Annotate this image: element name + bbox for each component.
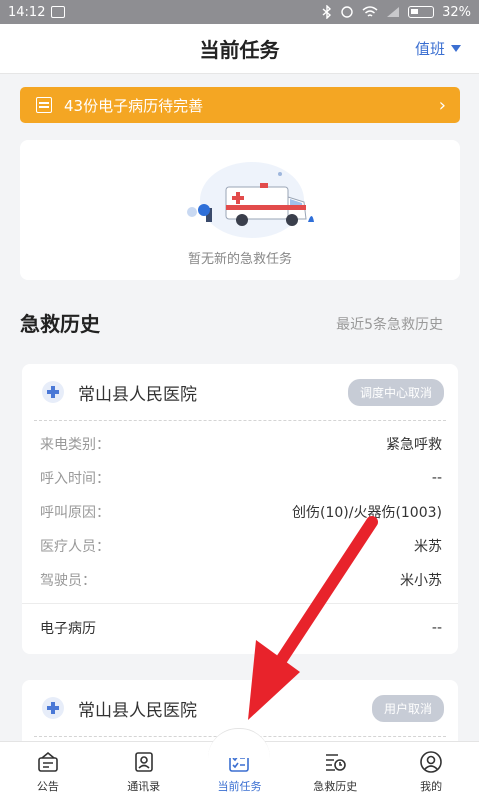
empty-state-text: 暂无新的急救任务 (187, 252, 292, 267)
page-title: 当前任务 (199, 38, 280, 62)
field-call-type: 来电类别： 紧急呼救 (40, 427, 442, 461)
status-bar: 14:12 32% (0, 0, 479, 24)
battery-percent: 32% (442, 4, 471, 20)
field-label: 呼叫原因： (40, 505, 110, 521)
status-badge: 用户取消 (371, 694, 444, 722)
history-icon (326, 754, 347, 771)
tab-label: 急救历史 (313, 780, 358, 793)
battery-icon (408, 6, 435, 18)
hospital-cross-icon (42, 381, 64, 403)
field-call-time: 呼入时间： -- (40, 461, 442, 495)
field-label: 医疗人员： (40, 539, 110, 555)
announcement-icon (38, 751, 58, 772)
chevron-right-icon: › (438, 94, 446, 116)
hospital-name: 常山县人民医院 (78, 384, 197, 405)
field-label: 呼入时间： (40, 471, 110, 487)
ambulance-illustration (187, 162, 314, 238)
tab-history[interactable]: 急救历史 (287, 742, 383, 799)
wifi-icon (362, 6, 378, 17)
field-value: 米苏 (414, 539, 442, 555)
emr-pending-text: 43份电子病历待完善 (64, 96, 204, 115)
field-value: 创伤(10)/火器伤(1003) (291, 505, 442, 521)
edit-document-icon (36, 97, 52, 113)
app-header: 当前任务 值班 (0, 24, 479, 74)
status-time: 14:12 (8, 4, 46, 20)
tab-label: 通讯录 (127, 780, 161, 793)
hospital-cross-icon (42, 697, 64, 719)
tab-announcements[interactable]: 公告 (0, 742, 96, 799)
hospital-name: 常山县人民医院 (78, 700, 197, 721)
history-record-card[interactable]: 常山县人民医院 调度中心取消 来电类别： 紧急呼救 呼入时间： -- 呼叫原因：… (22, 364, 458, 654)
tab-contacts[interactable]: 通讯录 (96, 742, 192, 799)
duty-label: 值班 (414, 40, 445, 58)
tab-profile[interactable]: 我的 (383, 742, 479, 799)
field-medical-staff: 医疗人员： 米苏 (40, 529, 442, 563)
empty-task-card: 暂无新的急救任务 (20, 140, 460, 280)
field-driver: 驾驶员： 米小苏 (40, 563, 442, 597)
caret-down-icon (451, 45, 461, 52)
bottom-tab-bar: 公告 通讯录 当前任务 急救历史 我的 (0, 728, 479, 799)
rotate-icon (341, 6, 353, 18)
signal-icon (387, 7, 400, 17)
tab-label: 我的 (420, 780, 443, 793)
contacts-icon (134, 752, 153, 772)
record-header: 常山县人民医院 调度中心取消 (22, 364, 458, 420)
profile-icon (420, 751, 442, 773)
duty-dropdown[interactable]: 值班 (415, 38, 461, 59)
field-call-reason: 呼叫原因： 创伤(10)/火器伤(1003) (40, 495, 442, 529)
emr-value: -- (431, 619, 442, 636)
emr-label: 电子病历 (40, 620, 96, 637)
field-value: 米小苏 (400, 573, 442, 589)
tab-label: 当前任务 (217, 780, 262, 793)
gallery-icon (51, 6, 66, 18)
field-value: -- (431, 470, 442, 486)
status-badge: 调度中心取消 (347, 378, 444, 406)
field-value: 紧急呼救 (386, 437, 442, 453)
record-fields: 来电类别： 紧急呼救 呼入时间： -- 呼叫原因： 创伤(10)/火器伤(100… (22, 421, 458, 597)
bluetooth-icon (322, 5, 332, 19)
field-label: 来电类别： (40, 437, 110, 453)
field-label: 驾驶员： (40, 573, 96, 589)
tab-label: 公告 (36, 780, 59, 793)
history-title: 急救历史 (20, 312, 100, 336)
emr-row[interactable]: 电子病历 -- (22, 603, 458, 651)
history-subtitle: 最近5条急救历史 (336, 317, 443, 333)
emr-pending-banner[interactable]: 43份电子病历待完善 › (20, 87, 460, 123)
